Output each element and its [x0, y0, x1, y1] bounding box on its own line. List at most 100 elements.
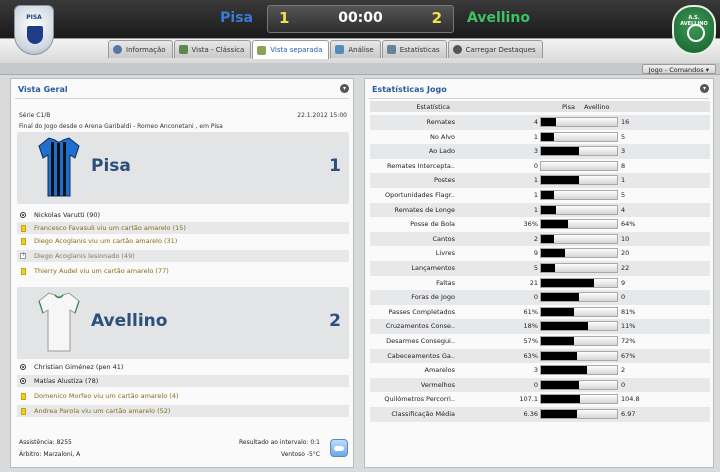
list-item: Diego Acoglanis lesionado (49) — [17, 250, 349, 262]
tab-label: Estatísticas — [399, 45, 440, 54]
table-row: Lançamentos 5 22 — [370, 261, 710, 276]
stat-away-value: 5 — [621, 132, 626, 141]
event-text: Thierry Audel viu um cartão amarelo (77) — [34, 267, 169, 275]
stat-away-value: 72% — [621, 337, 636, 345]
stat-away-value: 5 — [621, 191, 626, 199]
stat-comparison-bar — [540, 204, 618, 215]
match-commands-button[interactable]: Jogo - Comandos ▾ — [641, 64, 716, 74]
stat-home-value: 21 — [529, 278, 538, 287]
stat-label: Remates de Longe — [394, 205, 455, 214]
overview-title: Vista Geral — [18, 85, 68, 94]
stat-away-value: 1 — [621, 176, 626, 185]
event-text: Domenico Morfeo viu um cartão amarelo (4… — [34, 392, 179, 400]
stat-home-fill — [541, 337, 574, 345]
match-datetime: 22.1.2012 15:00 — [297, 112, 347, 119]
stat-comparison-bar — [540, 131, 618, 142]
stat-label: Ao Lado — [428, 147, 455, 156]
table-row: Cantos 2 10 — [370, 231, 710, 247]
tab-vista-classica[interactable]: Vista - Clássica — [173, 40, 252, 58]
divider — [369, 98, 709, 99]
goal-ball-icon — [20, 212, 26, 218]
competition: Série C1/B — [19, 112, 51, 119]
view-tabs: Informação Vista - Clássica Vista separa… — [108, 40, 544, 59]
stat-comparison-bar — [540, 306, 618, 317]
stat-comparison-bar — [540, 277, 618, 288]
tab-carregar-destaques[interactable]: Carregar Destaques — [447, 40, 543, 58]
stat-away-value: 3 — [621, 147, 626, 156]
stats-icon — [386, 45, 396, 54]
stat-away-value: 9 — [621, 278, 626, 287]
stat-home-fill — [541, 234, 554, 243]
weather-cloud-icon[interactable] — [330, 439, 348, 457]
stat-home-value: 3 — [533, 366, 538, 375]
home-shirt-icon — [38, 137, 80, 197]
home-crest-text: PISA — [26, 14, 42, 21]
stat-label: Postes — [434, 176, 455, 185]
stat-comparison-bar — [540, 117, 618, 127]
stat-home-fill — [541, 410, 577, 418]
tab-vista-separada[interactable]: Vista separada — [252, 40, 330, 59]
home-team-card: Pisa 1 — [17, 132, 349, 204]
halftime-result: Resultado ao intervalo: 0:1 — [239, 439, 320, 446]
table-row: Remates Intercepta.. 0 8 — [370, 159, 710, 174]
stat-label: Foras de Jogo — [411, 293, 455, 302]
list-item: Nickolas Varutti (90) — [17, 209, 349, 221]
stat-home-fill — [541, 366, 587, 375]
stat-away-value: 8 — [621, 161, 626, 170]
stat-label: Cruzamentos Conse.. — [385, 322, 455, 331]
stat-label: No Alvo — [430, 132, 455, 141]
stat-away-value: 104.8 — [621, 395, 640, 404]
table-row: Remates 4 16 — [370, 115, 710, 130]
stat-label: Oportunidades Flagr.. — [384, 191, 455, 199]
stats-header-row: Estatística Pisa Avellino — [370, 101, 710, 112]
stat-home-value: 1 — [533, 205, 538, 214]
stat-comparison-bar — [540, 336, 618, 346]
table-row: Oportunidades Flagr.. 1 5 — [370, 188, 710, 203]
event-text: Nickolas Varutti (90) — [34, 211, 101, 219]
tab-estatisticas[interactable]: Estatísticas — [381, 40, 447, 58]
stat-comparison-bar — [540, 175, 618, 186]
stat-home-value: 57% — [523, 337, 538, 345]
table-row: Postes 1 1 — [370, 173, 710, 188]
stat-label: Posse de Bola — [410, 220, 455, 229]
table-row: Classificação Média 6.36 6.97 — [370, 407, 710, 422]
away-shirt-icon — [38, 292, 80, 352]
tab-informacao[interactable]: Informação — [108, 40, 173, 58]
away-card-name: Avellino — [91, 311, 168, 331]
chevron-down-icon[interactable]: ▾ — [700, 84, 709, 93]
stat-comparison-bar — [540, 233, 618, 244]
table-row: Livres 9 20 — [370, 246, 710, 261]
stat-home-fill — [541, 322, 588, 331]
table-row: Vermelhos 0 0 — [370, 377, 710, 393]
tab-analise[interactable]: Análise — [330, 40, 381, 58]
stat-away-value: 0 — [621, 293, 626, 302]
attendance: Assistência: 8255 — [19, 439, 72, 446]
stat-home-value: 0 — [533, 293, 538, 302]
table-row: Cruzamentos Conse.. 18% 11% — [370, 319, 710, 334]
stat-home-value: 18% — [523, 322, 538, 331]
stat-comparison-bar — [540, 394, 618, 405]
stat-away-value: 10 — [621, 234, 630, 243]
event-text: Matías Alustiza (78) — [34, 377, 99, 385]
match-clock: 00:00 — [338, 10, 383, 26]
stat-home-fill — [541, 278, 594, 287]
stat-home-fill — [541, 176, 579, 185]
stat-home-value: 107.1 — [519, 395, 538, 404]
referee: Árbitro: Marzaloni, A — [19, 451, 81, 458]
stat-away-value: 6.97 — [621, 410, 636, 418]
goal-ball-icon — [20, 378, 26, 384]
stat-comparison-bar — [540, 263, 618, 273]
stat-away-value: 4 — [621, 205, 626, 214]
event-text: Andrea Parola viu um cartão amarelo (52) — [34, 407, 171, 415]
stat-home-value: 0 — [533, 380, 538, 389]
chevron-down-icon[interactable]: ▾ — [340, 84, 349, 93]
stat-label: Amarelos — [424, 366, 455, 375]
stat-away-value: 11% — [621, 322, 636, 331]
event-text: Diego Acoglanis viu um cartão amarelo (3… — [34, 237, 178, 245]
stat-home-value: 3 — [533, 147, 538, 156]
stat-label: Quilómetros Percorri.. — [384, 395, 455, 404]
home-card-goals: 1 — [329, 156, 341, 176]
away-team-card: Avellino 2 — [17, 287, 349, 359]
command-bar: Jogo - Comandos ▾ — [0, 63, 720, 75]
home-crest-icon: PISA — [14, 5, 54, 55]
